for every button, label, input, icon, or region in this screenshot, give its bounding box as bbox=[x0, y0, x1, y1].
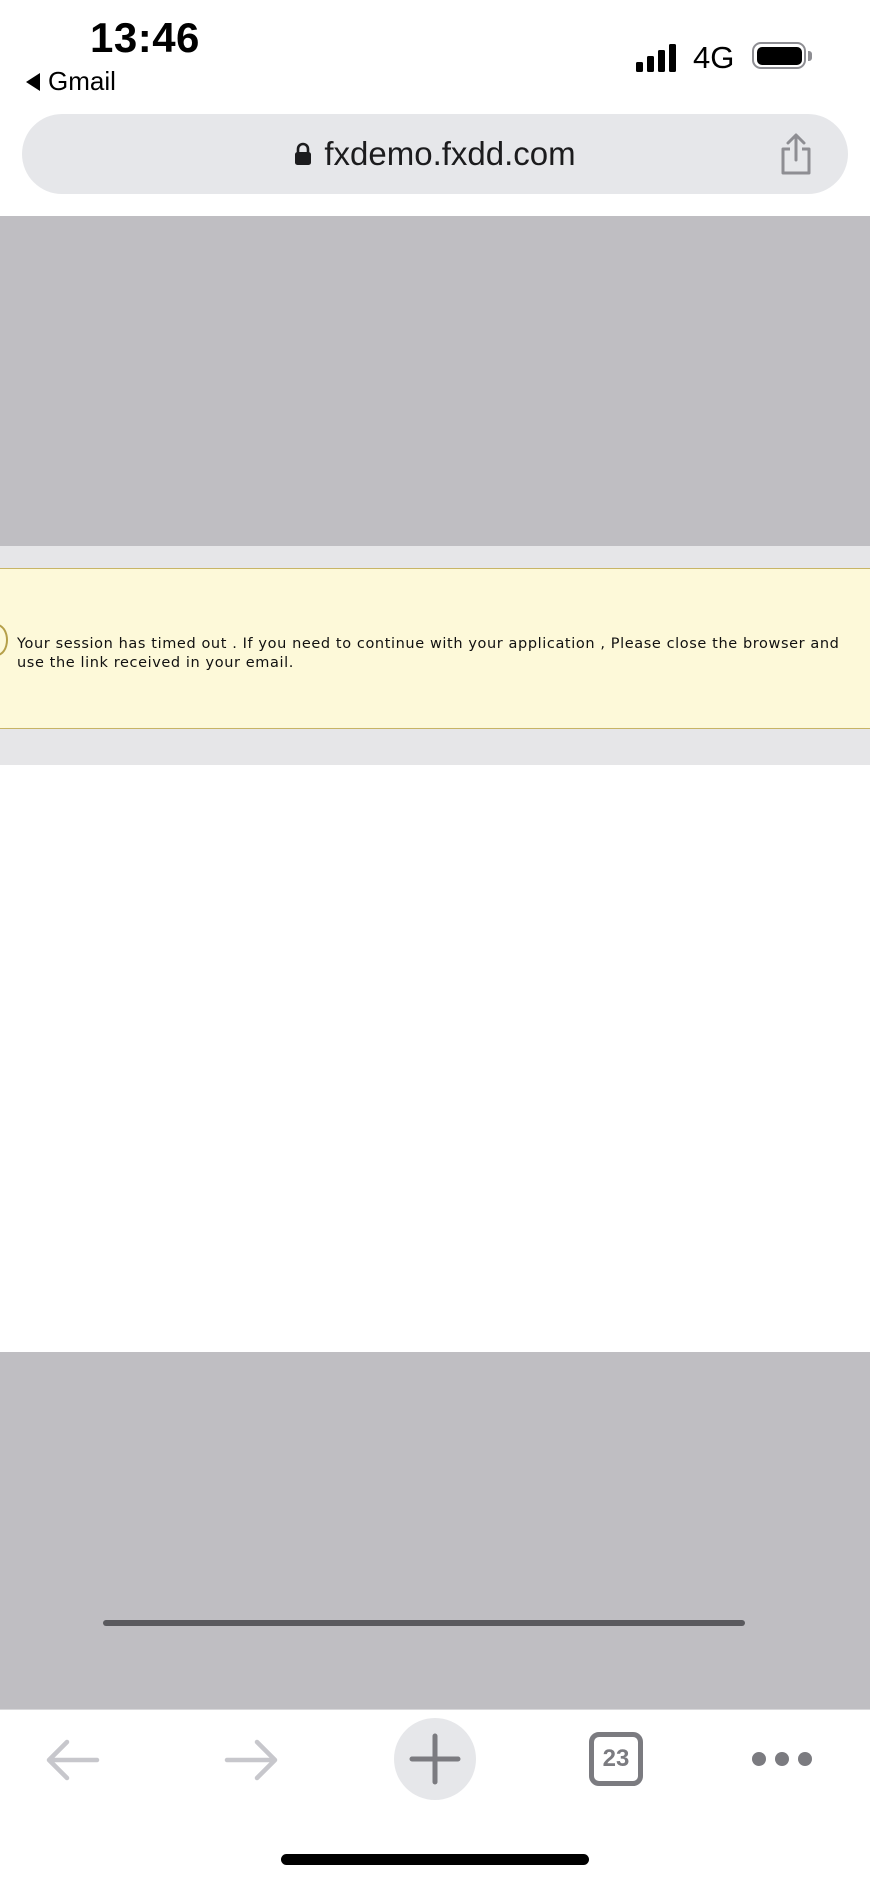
forward-button[interactable] bbox=[202, 1720, 302, 1800]
battery-icon bbox=[752, 42, 806, 69]
more-dot bbox=[752, 1752, 766, 1766]
alert-message: Your session has timed out . If you need… bbox=[17, 636, 840, 671]
page-overlay-bottom bbox=[0, 1352, 870, 1709]
horizontal-scrollbar[interactable] bbox=[103, 1620, 745, 1626]
cellular-signal-icon bbox=[636, 44, 676, 72]
tabs-button[interactable]: 23 bbox=[589, 1732, 643, 1786]
home-indicator[interactable] bbox=[281, 1854, 589, 1865]
back-button[interactable] bbox=[22, 1720, 122, 1800]
network-type: 4G bbox=[693, 40, 735, 75]
tabs-count-label: 23 bbox=[602, 1745, 630, 1772]
back-triangle-icon bbox=[26, 72, 40, 91]
page-band-bottom bbox=[0, 729, 870, 765]
back-arrow-icon bbox=[46, 1739, 100, 1781]
back-app-label: Gmail bbox=[48, 66, 116, 96]
url-bar[interactable]: fxdemo.fxdd.com bbox=[22, 114, 848, 194]
url-domain: fxdemo.fxdd.com bbox=[324, 135, 576, 172]
status-time: 13:46 bbox=[90, 14, 200, 61]
plus-icon bbox=[409, 1733, 461, 1785]
more-dot bbox=[775, 1752, 789, 1766]
more-dot bbox=[798, 1752, 812, 1766]
forward-arrow-icon bbox=[224, 1739, 278, 1781]
url-content: fxdemo.fxdd.com bbox=[22, 114, 848, 194]
session-timeout-alert: Your session has timed out . If you need… bbox=[0, 568, 870, 729]
page-band bbox=[0, 546, 870, 568]
lock-icon bbox=[295, 142, 312, 165]
more-menu-button[interactable] bbox=[752, 1752, 812, 1766]
new-tab-button[interactable] bbox=[394, 1718, 476, 1800]
battery-tip bbox=[808, 51, 812, 61]
page-overlay-top bbox=[0, 216, 870, 546]
back-to-app-button[interactable]: Gmail bbox=[26, 66, 116, 97]
share-icon[interactable] bbox=[776, 132, 816, 176]
page-content-area bbox=[0, 765, 870, 1352]
alert-icon bbox=[0, 624, 8, 656]
